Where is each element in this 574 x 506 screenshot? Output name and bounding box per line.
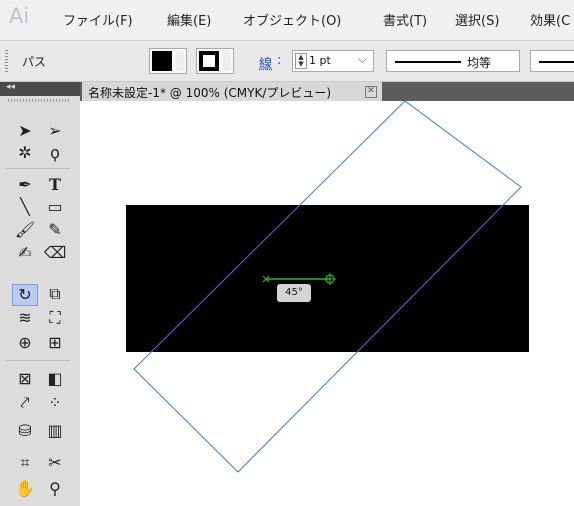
tools-panel-grip[interactable] xyxy=(8,99,70,102)
scale-tool-icon[interactable]: ⧉ xyxy=(42,283,68,305)
document-tab[interactable]: 名称未設定-1* @ 100% (CMYK/プレビュー) ✕ xyxy=(82,82,382,101)
document-tab-title: 名称未設定-1* @ 100% (CMYK/プレビュー) xyxy=(88,86,332,100)
direct-selection-tool-icon[interactable]: ➢ xyxy=(42,120,68,142)
type-tool-icon[interactable]: T xyxy=(42,174,68,196)
hand-tool-icon[interactable]: ✋ xyxy=(12,478,38,500)
close-icon[interactable]: ✕ xyxy=(365,86,377,98)
variable-width-profile-select[interactable]: 均等 xyxy=(386,50,520,72)
chevron-down-icon[interactable]: ⌵ xyxy=(358,52,367,67)
stroke-colon: : xyxy=(277,53,282,68)
fill-color-button[interactable] xyxy=(149,48,187,74)
collapse-icon[interactable]: ◂◂ xyxy=(6,82,15,92)
shape-builder-tool-icon[interactable]: ⊕ xyxy=(12,332,38,354)
stroke-weight-field[interactable]: ▲ ▼ 1 pt ⌵ xyxy=(292,50,374,72)
stroke-color-button[interactable] xyxy=(196,48,234,74)
slice-tool-icon[interactable]: ✂ xyxy=(42,452,68,474)
panel-grip[interactable] xyxy=(5,50,8,72)
menu-edit[interactable]: 編集(E) xyxy=(167,10,211,29)
tools-panel: ◂◂ ➤ ➢ ✲ ϙ ✒ T ╲ ▭ 🖌 ✎ ✍ ⌫ ↻ ⧉ ≋ ⛶ ⊕ ⊞ ⊠… xyxy=(0,82,81,506)
symbol-sprayer-tool-icon[interactable]: ⛁ xyxy=(12,420,38,442)
rotate-tool-icon[interactable]: ↻ xyxy=(12,284,38,306)
menu-bar: Ai ファイル(F) 編集(E) オブジェクト(O) 書式(T) 選択(S) 効… xyxy=(0,0,574,38)
selection-type-label: パス xyxy=(22,55,47,69)
app-logo: Ai xyxy=(9,4,30,28)
menu-object[interactable]: オブジェクト(O) xyxy=(243,10,341,29)
fill-dropdown-icon xyxy=(176,51,184,71)
free-transform-tool-icon[interactable]: ⛶ xyxy=(42,307,68,329)
tool-divider xyxy=(6,168,70,169)
tool-divider xyxy=(6,360,70,361)
width-tool-icon[interactable]: ≋ xyxy=(12,307,38,329)
menu-type[interactable]: 書式(T) xyxy=(383,10,427,29)
menu-file[interactable]: ファイル(F) xyxy=(63,10,133,29)
tools-panel-header: ◂◂ xyxy=(0,82,80,96)
pencil-tool-icon[interactable]: ✎ xyxy=(42,219,68,241)
column-graph-tool-icon[interactable]: ▥ xyxy=(42,420,68,442)
gradient-tool-icon[interactable]: ◧ xyxy=(42,368,68,390)
menu-select[interactable]: 選択(S) xyxy=(455,10,499,29)
paintbrush-tool-icon[interactable]: 🖌 xyxy=(12,219,38,241)
artboard-canvas[interactable]: 45° xyxy=(80,101,574,506)
rectangle-tool-icon[interactable]: ▭ xyxy=(42,196,68,218)
profile-label: 均等 xyxy=(467,56,492,70)
blob-brush-tool-icon[interactable]: ✍ xyxy=(12,242,38,264)
stroke-swatch-hole xyxy=(203,55,215,67)
fill-swatch xyxy=(152,51,172,71)
menu-effect[interactable]: 効果(C xyxy=(530,10,570,29)
selection-tool-icon[interactable]: ➤ xyxy=(12,120,38,142)
brush-definition-select[interactable] xyxy=(530,50,574,72)
artwork xyxy=(126,101,529,473)
stroke-weight-spinner-icon[interactable]: ▲ ▼ xyxy=(295,53,307,69)
rotation-angle-tooltip: 45° xyxy=(277,284,311,302)
perspective-grid-tool-icon[interactable]: ⊞ xyxy=(42,332,68,354)
profile-preview-line xyxy=(395,61,461,63)
artboard-tool-icon[interactable]: ⌗ xyxy=(12,452,38,474)
lasso-tool-icon[interactable]: ϙ xyxy=(42,142,68,164)
eraser-tool-icon[interactable]: ⌫ xyxy=(42,242,68,264)
eyedropper-tool-icon[interactable]: ⤤ xyxy=(12,392,38,414)
document-tab-bar: 名称未設定-1* @ 100% (CMYK/プレビュー) ✕ xyxy=(80,82,574,101)
brush-preview-line xyxy=(539,61,574,63)
stroke-weight-value[interactable]: 1 pt xyxy=(309,54,331,67)
stroke-panel-link[interactable]: 線 xyxy=(259,53,272,72)
line-segment-tool-icon[interactable]: ╲ xyxy=(12,196,38,218)
stroke-dropdown-icon xyxy=(223,51,231,71)
blend-tool-icon[interactable]: ⁘ xyxy=(42,392,68,414)
pen-tool-icon[interactable]: ✒ xyxy=(12,174,38,196)
magic-wand-tool-icon[interactable]: ✲ xyxy=(12,142,38,164)
control-panel: パス 線 : ▲ ▼ 1 pt ⌵ 均等 xyxy=(0,40,574,82)
zoom-tool-icon[interactable]: ⚲ xyxy=(42,478,68,500)
mesh-tool-icon[interactable]: ⊠ xyxy=(12,368,38,390)
